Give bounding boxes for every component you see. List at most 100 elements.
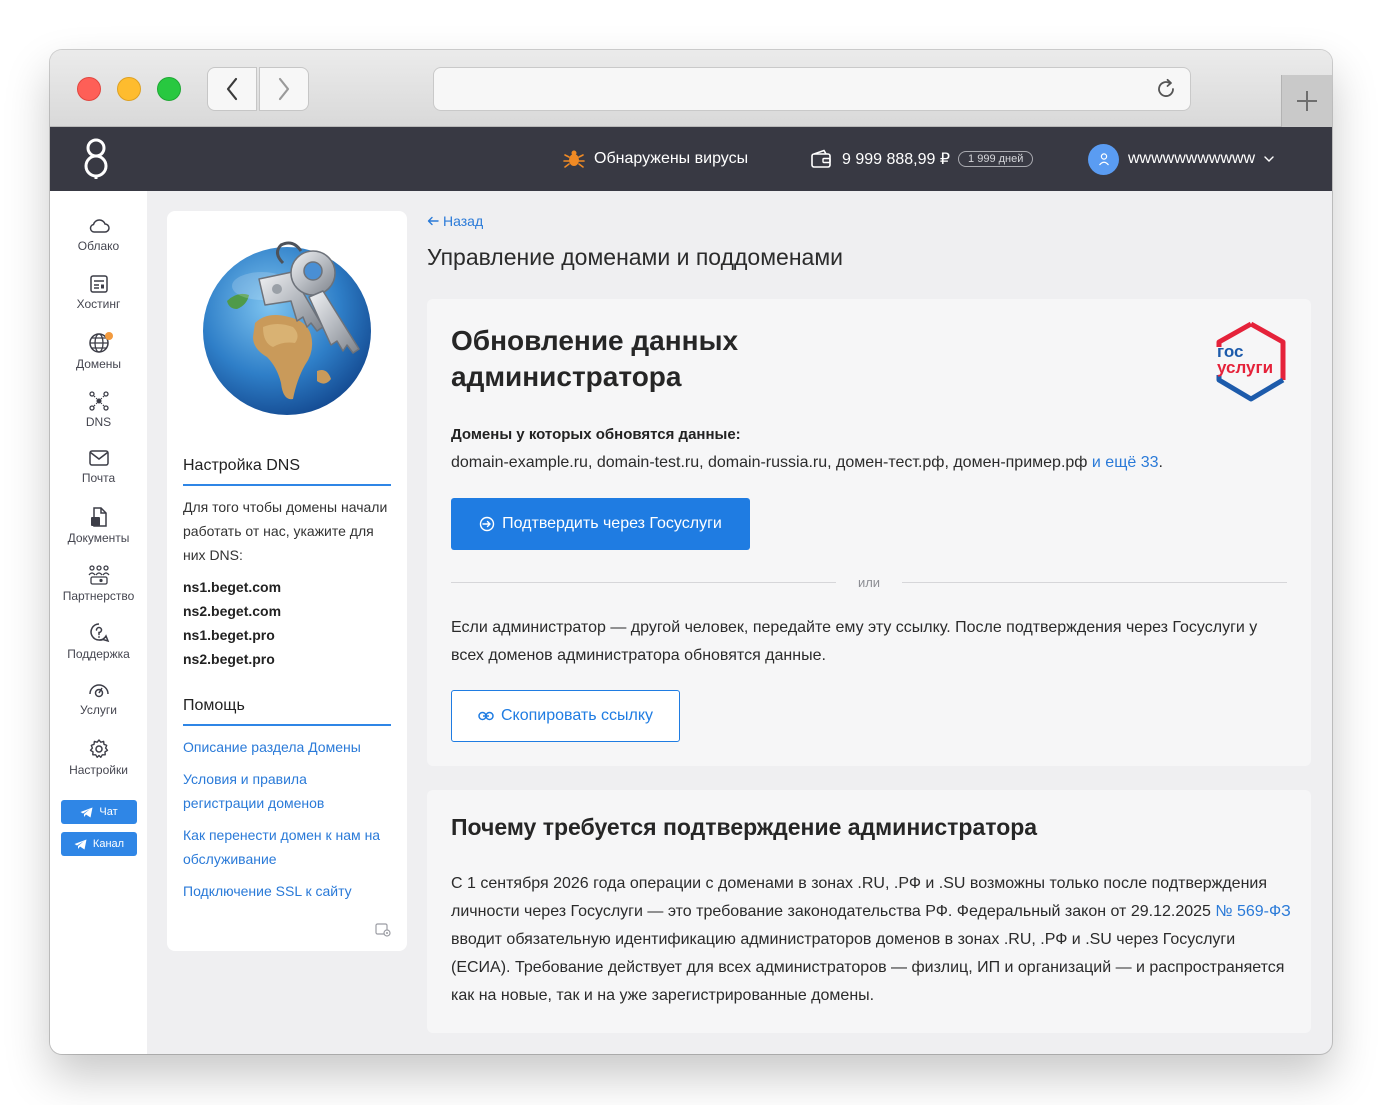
- sidebar-item-mail[interactable]: Почта: [50, 448, 147, 506]
- notification-dot: [105, 332, 113, 340]
- why-confirmation-heading: Почему требуется подтверждение администр…: [451, 814, 1038, 840]
- nameserver-1[interactable]: ns1.beget.com: [183, 575, 281, 599]
- info-panel: Настройка DNS Для того чтобы домены нача…: [167, 211, 407, 951]
- sidebar-item-label: DNS: [85, 415, 112, 429]
- dns-settings-description: Для того чтобы домены начали работать от…: [183, 499, 388, 563]
- share-link-description: Если администратор — другой человек, пер…: [451, 619, 1258, 664]
- logo-icon: [84, 138, 108, 179]
- why-confirmation-text: С 1 сентября 2026 года операции с домена…: [451, 870, 1291, 1010]
- page-title: Управление доменами и поддоменами: [427, 244, 843, 270]
- admin-update-heading: Обновление данных администратора: [451, 325, 739, 392]
- reload-icon[interactable]: [1154, 77, 1178, 101]
- help-link-transfer-domain[interactable]: Как перенести домен к нам на обслуживани…: [183, 823, 391, 871]
- telegram-icon: [74, 839, 87, 849]
- sidebar-item-label: Хостинг: [76, 297, 121, 311]
- side-navigation: Облако Хостинг Домены DNS Почта Документ…: [50, 191, 147, 1054]
- divider-line-right: [902, 582, 1287, 583]
- help-link-registration-rules[interactable]: Условия и правила регистрации доменов: [183, 767, 343, 815]
- sidebar-item-label: Домены: [75, 357, 122, 371]
- virus-alert-text: Обнаружены вирусы: [594, 150, 749, 167]
- chat-button[interactable]: Чат: [61, 800, 137, 824]
- beget-logo[interactable]: [82, 137, 110, 184]
- why-text-before: С 1 сентября 2026 года операции с домена…: [451, 875, 1267, 920]
- plus-icon: [1297, 91, 1317, 111]
- admin-update-card: Обновление данных администратора гос усл…: [427, 299, 1311, 766]
- confirm-gosuslugi-button-label: Подтвердить через Госуслуги: [502, 515, 722, 532]
- cloud-icon: [89, 219, 110, 233]
- help-title: Помощь: [183, 697, 391, 726]
- chat-button-label: Чат: [99, 806, 118, 818]
- nameserver-2[interactable]: ns2.beget.com: [183, 599, 281, 623]
- confirm-gosuslugi-button[interactable]: Подтвердить через Госуслуги: [451, 498, 750, 550]
- browser-titlebar: [50, 50, 1332, 127]
- domains-list: domain-example.ru, domain-test.ru, domai…: [451, 454, 1163, 472]
- virus-alert[interactable]: Обнаружены вирусы: [563, 127, 748, 191]
- zoom-window-button[interactable]: [157, 77, 181, 101]
- dns-icon: [88, 391, 109, 411]
- domains-label: Домены у которых обновятся данные:: [451, 426, 741, 443]
- domains-text: domain-example.ru, domain-test.ru, domai…: [451, 454, 1088, 471]
- gosuslugi-logo: гос услуги: [1216, 321, 1286, 402]
- law-link[interactable]: № 569-ФЗ: [1215, 903, 1290, 920]
- sidebar-item-label: Облако: [77, 239, 120, 253]
- partners-icon: [87, 565, 110, 585]
- arrow-left-icon: [427, 216, 439, 226]
- gosuslugi-text-bottom: услуги: [1217, 358, 1273, 377]
- balance-widget[interactable]: 9 999 888,99 ₽ 1 999 дней: [810, 127, 1034, 191]
- channel-button[interactable]: Канал: [61, 832, 137, 856]
- help-link-domains-description[interactable]: Описание раздела Домены: [183, 735, 391, 759]
- support-icon: [89, 623, 109, 643]
- close-window-button[interactable]: [77, 77, 101, 101]
- sidebar-item-partners[interactable]: Партнерство: [50, 564, 147, 622]
- sidebar-item-hosting[interactable]: Хостинг: [50, 274, 147, 332]
- widget-settings-icon[interactable]: [375, 923, 391, 937]
- sidebar-item-label: Поддержка: [67, 647, 130, 661]
- app-header: Обнаружены вирусы 9 999 888,99 ₽ 1 999 д…: [50, 127, 1332, 191]
- minimize-window-button[interactable]: [117, 77, 141, 101]
- telegram-icon: [80, 807, 93, 817]
- sidebar-item-services[interactable]: Услуги: [50, 680, 147, 738]
- username: wwwwwwwwwww: [1128, 150, 1256, 167]
- sidebar-item-label: Документы: [67, 531, 130, 545]
- sidebar-item-dns[interactable]: DNS: [50, 390, 147, 448]
- chevron-right-icon: [278, 77, 290, 101]
- sidebar-item-label: Услуги: [80, 703, 117, 717]
- or-divider: или: [451, 575, 1287, 590]
- dns-settings-title: Настройка DNS: [183, 457, 391, 486]
- bug-icon: [563, 150, 585, 168]
- link-icon: [478, 711, 494, 721]
- back-link-label: Назад: [443, 213, 484, 229]
- mail-icon: [88, 450, 109, 466]
- balance-amount: 9 999 888,99 ₽: [842, 151, 951, 168]
- user-menu[interactable]: wwwwwwwwwww: [1088, 127, 1275, 191]
- sidebar-item-label: Почта: [81, 471, 116, 485]
- documents-icon: [90, 507, 107, 527]
- sidebar-item-settings[interactable]: Настройки: [50, 738, 147, 796]
- sidebar-item-cloud[interactable]: Облако: [50, 216, 147, 274]
- back-link[interactable]: Назад: [427, 213, 483, 229]
- help-link-ssl[interactable]: Подключение SSL к сайту: [183, 879, 391, 903]
- gosuslugi-login-icon: [479, 516, 495, 532]
- sidebar-item-label: Настройки: [69, 763, 128, 777]
- sidebar-item-documents[interactable]: Документы: [50, 506, 147, 564]
- why-confirmation-card: Почему требуется подтверждение администр…: [427, 790, 1311, 1033]
- copy-link-button[interactable]: Скопировать ссылку: [451, 690, 680, 742]
- why-text-after: вводит обязательную идентификацию админи…: [451, 931, 1285, 1004]
- avatar: [1088, 143, 1119, 175]
- services-icon: [88, 684, 109, 698]
- channel-button-label: Канал: [92, 838, 125, 850]
- sidebar-item-domains[interactable]: Домены: [50, 332, 147, 390]
- wallet-icon: [811, 149, 831, 168]
- browser-forward-button[interactable]: [259, 67, 309, 111]
- nameserver-3[interactable]: ns1.beget.pro: [183, 623, 275, 647]
- new-tab-button[interactable]: [1281, 75, 1332, 127]
- more-domains-link[interactable]: и ещё 33: [1092, 454, 1159, 471]
- nameserver-4[interactable]: ns2.beget.pro: [183, 647, 275, 671]
- address-bar[interactable]: [433, 67, 1191, 111]
- chevron-down-icon: [1264, 156, 1274, 162]
- browser-back-button[interactable]: [207, 67, 257, 111]
- sidebar-item-support[interactable]: Поддержка: [50, 622, 147, 680]
- days-badge: 1 999 дней: [958, 151, 1034, 167]
- globe-keys-illustration: [203, 241, 371, 415]
- sidebar-item-label: Партнерство: [62, 589, 135, 603]
